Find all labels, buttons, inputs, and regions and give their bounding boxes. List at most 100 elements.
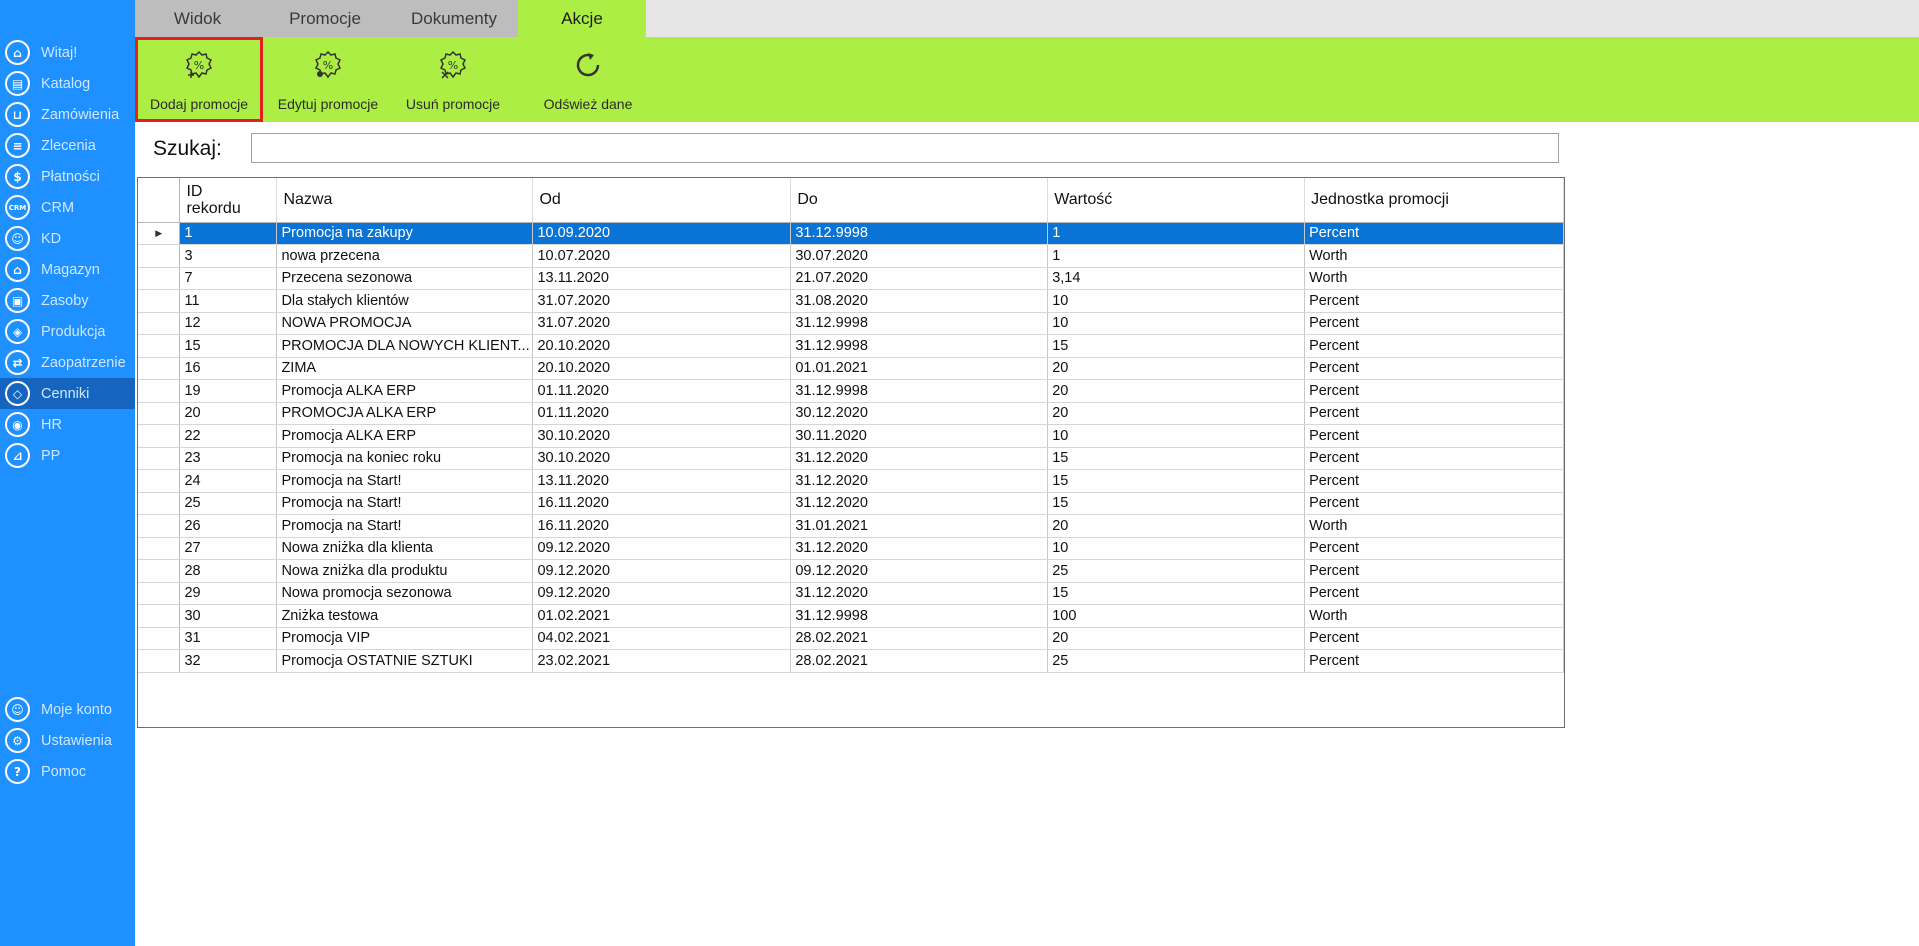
cell-do[interactable]: 30.11.2020	[790, 424, 1049, 448]
row-header[interactable]	[138, 244, 181, 268]
cell-id[interactable]: 16	[179, 357, 278, 380]
cell-od[interactable]: 04.02.2021	[532, 627, 792, 650]
sidebar-item-kd[interactable]: ☺ KD	[0, 223, 135, 254]
cell-nazwa[interactable]: PROMOCJA ALKA ERP	[276, 402, 534, 425]
cell-nazwa[interactable]: NOWA PROMOCJA	[276, 312, 534, 335]
cell-od[interactable]: 16.11.2020	[532, 492, 792, 515]
cell-wartosc[interactable]: 20	[1047, 627, 1306, 650]
sidebar-item-hr[interactable]: ◉ HR	[0, 409, 135, 440]
row-header[interactable]	[138, 604, 181, 628]
cell-do[interactable]: 30.07.2020	[790, 244, 1049, 268]
cell-jednostka[interactable]: Percent	[1304, 649, 1564, 673]
cell-nazwa[interactable]: nowa przecena	[276, 244, 534, 268]
cell-id[interactable]: 31	[179, 627, 278, 650]
row-header[interactable]	[138, 627, 181, 650]
table-row[interactable]: 22 Promocja ALKA ERP 30.10.2020 30.11.2020 1…	[138, 424, 1564, 448]
cell-od[interactable]: 01.11.2020	[532, 402, 792, 425]
cell-do[interactable]: 31.12.2020	[790, 447, 1049, 470]
cell-od[interactable]: 23.02.2021	[532, 649, 792, 673]
cell-jednostka[interactable]: Percent	[1304, 582, 1564, 605]
cell-id[interactable]: 28	[179, 559, 278, 583]
table-row[interactable]: 29 Nowa promocja sezonowa 09.12.2020 31.12.…	[138, 582, 1564, 605]
cell-od[interactable]: 01.11.2020	[532, 379, 792, 403]
table-row[interactable]: 26 Promocja na Start! 16.11.2020 31.01.2021…	[138, 514, 1564, 538]
tab-widok[interactable]: Widok	[135, 0, 260, 37]
cell-jednostka[interactable]: Worth	[1304, 604, 1564, 628]
cell-do[interactable]: 28.02.2021	[790, 649, 1049, 673]
cell-do[interactable]: 31.01.2021	[790, 514, 1049, 538]
cell-do[interactable]: 21.07.2020	[790, 267, 1049, 290]
cell-nazwa[interactable]: Promocja OSTATNIE SZTUKI	[276, 649, 534, 673]
row-header[interactable]	[138, 312, 181, 335]
sidebar-item-witaj[interactable]: ⌂ Witaj!	[0, 37, 135, 68]
cell-wartosc[interactable]: 100	[1047, 604, 1306, 628]
cell-od[interactable]: 31.07.2020	[532, 312, 792, 335]
tab-dokumenty[interactable]: Dokumenty	[390, 0, 518, 37]
cell-id[interactable]: 19	[179, 379, 278, 403]
cell-id[interactable]: 24	[179, 469, 278, 493]
cell-do[interactable]: 31.08.2020	[790, 289, 1049, 313]
table-row[interactable]: 28 Nowa zniżka dla produktu 09.12.2020 09.1…	[138, 559, 1564, 583]
cell-nazwa[interactable]: Nowa promocja sezonowa	[276, 582, 534, 605]
table-row[interactable]: 16 ZIMA 20.10.2020 01.01.2021 20 Percent	[138, 357, 1564, 380]
cell-nazwa[interactable]: Promocja ALKA ERP	[276, 424, 534, 448]
cell-jednostka[interactable]: Worth	[1304, 514, 1564, 538]
cell-od[interactable]: 10.09.2020	[532, 222, 792, 245]
edit-promotion-button[interactable]: % Edytuj promocje	[263, 37, 393, 122]
row-header[interactable]	[138, 469, 181, 493]
cell-nazwa[interactable]: PROMOCJA DLA NOWYCH KLIENT...	[276, 334, 534, 358]
sidebar-item-cenniki[interactable]: ◇ Cenniki	[0, 378, 135, 409]
sidebar-item-zasoby[interactable]: ▣ Zasoby	[0, 285, 135, 316]
tab-akcje[interactable]: Akcje	[518, 0, 646, 37]
cell-jednostka[interactable]: Percent	[1304, 447, 1564, 470]
cell-wartosc[interactable]: 15	[1047, 582, 1306, 605]
cell-od[interactable]: 16.11.2020	[532, 514, 792, 538]
sidebar-item-moje-konto[interactable]: ☺ Moje konto	[0, 694, 135, 725]
row-header[interactable]	[138, 334, 181, 358]
table-row[interactable]: 27 Nowa zniżka dla klienta 09.12.2020 31.12…	[138, 537, 1564, 560]
cell-jednostka[interactable]: Worth	[1304, 267, 1564, 290]
cell-od[interactable]: 20.10.2020	[532, 357, 792, 380]
cell-id[interactable]: 25	[179, 492, 278, 515]
cell-jednostka[interactable]: Percent	[1304, 492, 1564, 515]
sidebar-item-zlecenia[interactable]: ≡ Zlecenia	[0, 130, 135, 161]
cell-od[interactable]: 30.10.2020	[532, 447, 792, 470]
cell-id[interactable]: 29	[179, 582, 278, 605]
cell-id[interactable]: 7	[179, 267, 278, 290]
table-row[interactable]: 12 NOWA PROMOCJA 31.07.2020 31.12.9998 10 Per…	[138, 312, 1564, 335]
cell-do[interactable]: 31.12.2020	[790, 537, 1049, 560]
cell-jednostka[interactable]: Percent	[1304, 469, 1564, 493]
cell-od[interactable]: 01.02.2021	[532, 604, 792, 628]
cell-jednostka[interactable]: Percent	[1304, 334, 1564, 358]
cell-wartosc[interactable]: 1	[1047, 244, 1306, 268]
table-row[interactable]: 32 Promocja OSTATNIE SZTUKI 23.02.2021 28.0…	[138, 649, 1564, 673]
cell-nazwa[interactable]: Promocja na Start!	[276, 492, 534, 515]
row-header[interactable]	[138, 357, 181, 380]
cell-od[interactable]: 09.12.2020	[532, 537, 792, 560]
cell-wartosc[interactable]: 10	[1047, 537, 1306, 560]
cell-id[interactable]: 30	[179, 604, 278, 628]
sidebar-item-ustawienia[interactable]: ⚙ Ustawienia	[0, 725, 135, 756]
cell-do[interactable]: 31.12.9998	[790, 604, 1049, 628]
cell-id[interactable]: 11	[179, 289, 278, 313]
cell-nazwa[interactable]: Promocja na Start!	[276, 514, 534, 538]
cell-id[interactable]: 20	[179, 402, 278, 425]
column-header-nazwa[interactable]: Nazwa	[276, 178, 534, 223]
cell-nazwa[interactable]: Promocja ALKA ERP	[276, 379, 534, 403]
sidebar-item-pp[interactable]: ⊿ PP	[0, 440, 135, 471]
row-header[interactable]	[138, 514, 181, 538]
cell-jednostka[interactable]: Percent	[1304, 222, 1564, 245]
table-row[interactable]: 20 PROMOCJA ALKA ERP 01.11.2020 30.12.2020 2…	[138, 402, 1564, 425]
sidebar-item-magazyn[interactable]: ⌂ Magazyn	[0, 254, 135, 285]
refresh-data-button[interactable]: Odśwież dane	[513, 37, 663, 122]
cell-jednostka[interactable]: Percent	[1304, 424, 1564, 448]
cell-od[interactable]: 30.10.2020	[532, 424, 792, 448]
cell-do[interactable]: 31.12.2020	[790, 582, 1049, 605]
row-header[interactable]	[138, 402, 181, 425]
cell-nazwa[interactable]: Promocja na zakupy	[276, 222, 534, 245]
table-row[interactable]: 23 Promocja na koniec roku 30.10.2020 31.12…	[138, 447, 1564, 470]
cell-jednostka[interactable]: Percent	[1304, 312, 1564, 335]
table-row[interactable]: 24 Promocja na Start! 13.11.2020 31.12.2020…	[138, 469, 1564, 493]
cell-id[interactable]: 3	[179, 244, 278, 268]
column-header-od[interactable]: Od	[532, 178, 792, 223]
